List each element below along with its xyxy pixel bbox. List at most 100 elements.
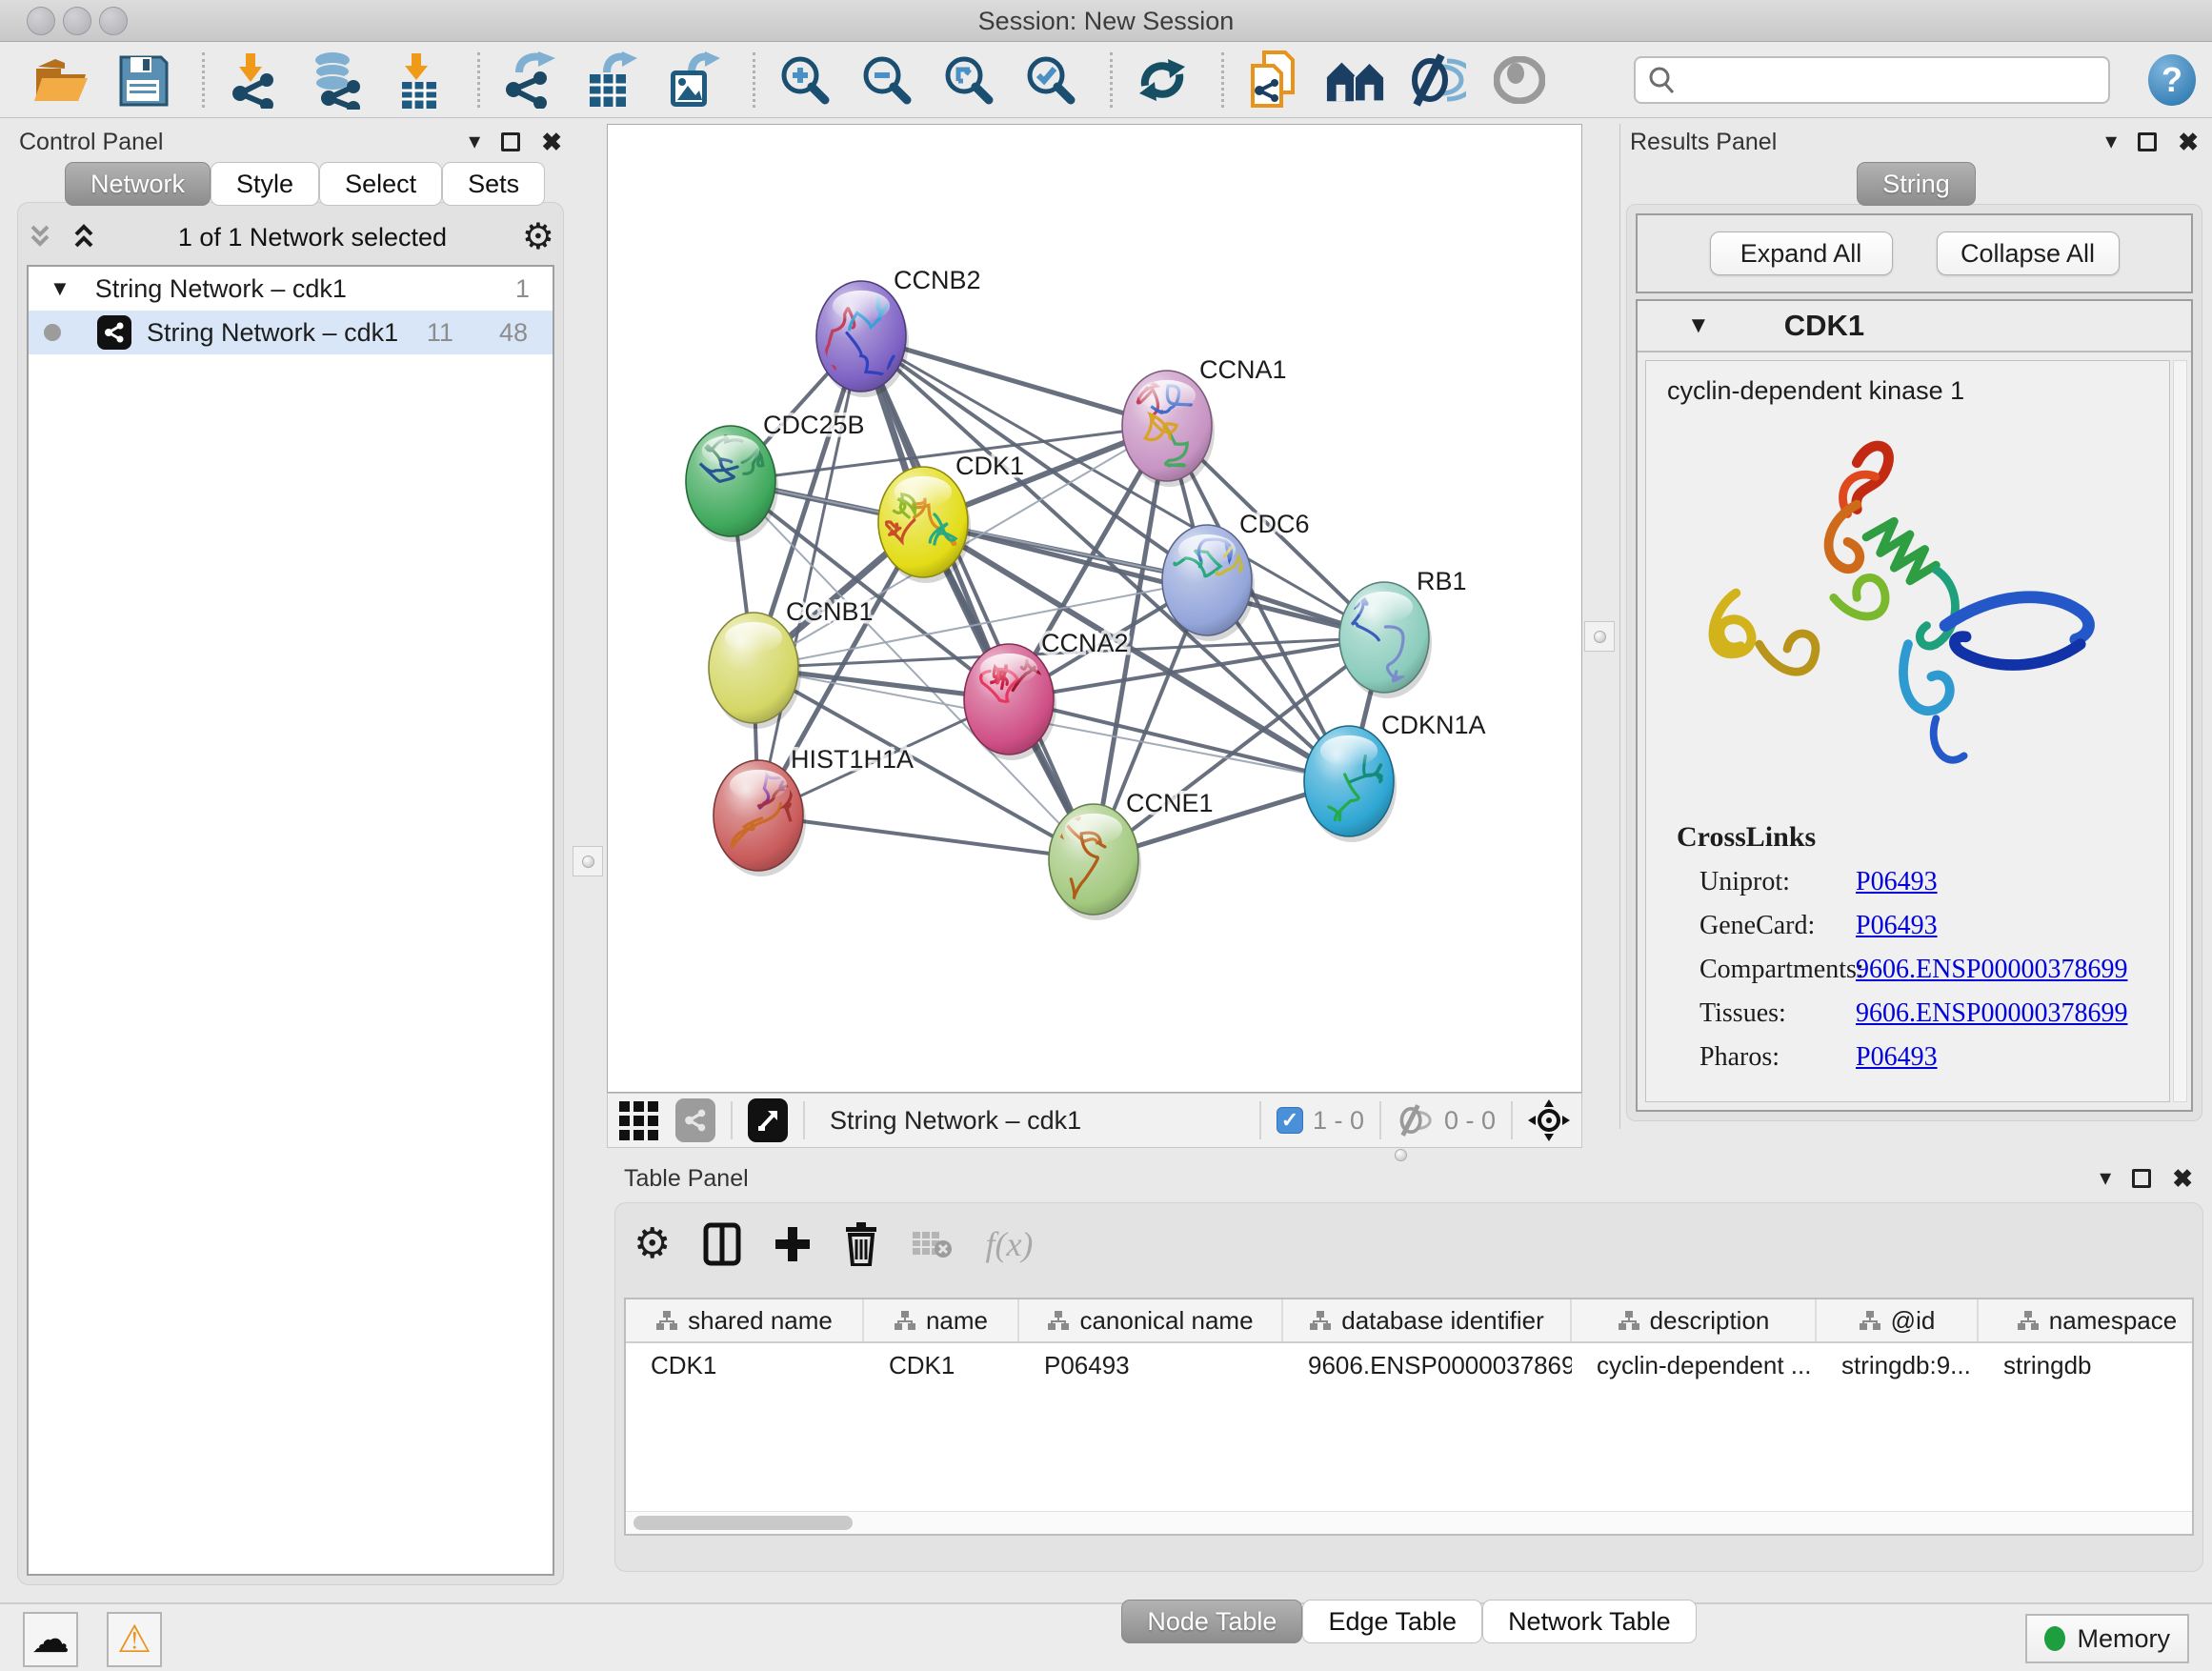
warnings-button[interactable]: ⚠ [107,1612,162,1667]
open-session-icon[interactable] [30,50,91,111]
network-node-HIST1H1A[interactable]: HIST1H1A [714,745,914,876]
tab-node-table[interactable]: Node Table [1121,1600,1302,1643]
show-all-icon[interactable] [1489,50,1550,111]
table-cell[interactable]: CDK1 [626,1351,864,1380]
network-row[interactable]: String Network – cdk1 11 48 [29,311,553,354]
node-label-CDKN1A: CDKN1A [1381,711,1486,739]
network-node-CDK1[interactable]: CDK1 [878,452,1024,583]
node-table[interactable]: shared namenamecanonical namedatabase id… [624,1298,2194,1536]
network-overview-icon[interactable] [675,1098,715,1142]
gene-collapse-icon[interactable]: ▼ [1687,312,1710,339]
crosslink-link[interactable]: P06493 [1856,1042,1938,1073]
column-header-shared-name[interactable]: shared name [626,1299,864,1341]
current-network-name: String Network – cdk1 [830,1106,1244,1136]
network-options-gear-icon[interactable]: ⚙ [522,219,554,255]
export-image-icon[interactable] [663,50,724,111]
table-row[interactable]: CDK1CDK1P064939606.ENSP00000378699cyclin… [626,1343,2192,1387]
table-horizontal-scrollbar[interactable] [626,1511,2192,1534]
network-edge[interactable] [758,815,1094,859]
column-header-namespace[interactable]: namespace [1979,1299,2194,1341]
network-node-RB1[interactable]: RB1 [1339,567,1467,698]
network-node-CDKN1A[interactable]: CDKN1A [1304,711,1486,842]
search-input[interactable] [1676,65,2076,94]
column-header-@id[interactable]: @id [1817,1299,1979,1341]
crosslink-link[interactable]: P06493 [1856,867,1938,897]
tab-network[interactable]: Network [65,162,211,206]
birds-eye-view-icon[interactable] [748,1098,788,1142]
table-cell[interactable]: cyclin-dependent ... [1572,1351,1817,1380]
crosslink-link[interactable]: 9606.ENSP00000378699 [1856,998,2127,1029]
gene-section-header[interactable]: ▼ CDK1 [1638,301,2191,352]
table-cell[interactable]: P06493 [1019,1351,1283,1380]
tab-sets[interactable]: Sets [442,162,545,206]
tab-string[interactable]: String [1857,162,1976,206]
grid-view-icon[interactable] [619,1101,658,1140]
clone-network-icon[interactable] [1243,50,1304,111]
zoom-selected-icon[interactable] [1020,50,1081,111]
cloud-button[interactable]: ☁ [23,1612,78,1667]
results-panel-close-icon[interactable]: ✖ [2178,130,2199,154]
export-table-file-icon[interactable] [581,50,642,111]
collapse-all-icon[interactable] [27,223,59,252]
tab-network-table[interactable]: Network Table [1482,1600,1697,1643]
right-splitter-handle[interactable] [1584,621,1615,652]
export-network-file-icon[interactable] [499,50,560,111]
scrollbar-thumb[interactable] [633,1516,853,1530]
expand-all-icon[interactable] [70,223,103,252]
tree-expander-icon[interactable]: ▼ [50,276,70,301]
results-panel-collapse-icon[interactable]: ▾ [2105,131,2117,153]
table-cell[interactable]: CDK1 [864,1351,1019,1380]
column-header-database-identifier[interactable]: database identifier [1283,1299,1572,1341]
table-panel-collapse-icon[interactable]: ▾ [2100,1167,2111,1190]
import-network-database-icon[interactable] [306,50,367,111]
network-collection-row[interactable]: ▼ String Network – cdk1 1 [29,267,553,311]
selected-items-checkbox-icon[interactable]: ✓ [1277,1107,1303,1134]
column-header-description[interactable]: description [1572,1299,1817,1341]
refresh-icon[interactable] [1132,50,1193,111]
first-neighbors-icon[interactable] [1325,50,1386,111]
table-cell[interactable]: stringdb [1979,1351,2194,1380]
tab-select[interactable]: Select [319,162,442,206]
table-cell[interactable]: stringdb:9... [1817,1351,1979,1380]
network-edge[interactable] [861,336,1094,859]
crosslink-link[interactable]: P06493 [1856,911,1938,941]
tab-style[interactable]: Style [211,162,319,206]
help-icon[interactable]: ? [2148,54,2196,106]
network-node-CCNE1[interactable]: CCNE1 [1049,789,1214,920]
results-panel-float-icon[interactable] [2138,132,2157,151]
control-panel-close-icon[interactable]: ✖ [541,130,562,154]
network-canvas[interactable]: CCNB2CCNA1CDC25BCDK1CDC6RB1CCNB1CCNA2CDK… [607,124,1582,1093]
tab-edge-table[interactable]: Edge Table [1302,1600,1482,1643]
import-network-file-icon[interactable] [224,50,285,111]
search-field[interactable] [1634,56,2110,104]
zoom-out-icon[interactable] [856,50,917,111]
table-panel-close-icon[interactable]: ✖ [2172,1166,2193,1191]
network-node-CDC6[interactable]: CDC6 [1162,510,1310,641]
control-panel-collapse-icon[interactable]: ▾ [469,131,480,153]
save-session-icon[interactable] [112,50,173,111]
network-node-CDC25B[interactable]: CDC25B [686,411,865,542]
column-header-name[interactable]: name [864,1299,1019,1341]
network-edge[interactable] [923,522,1384,637]
control-panel-float-icon[interactable] [501,132,520,151]
crosslink-link[interactable]: 9606.ENSP00000378699 [1856,955,2127,985]
network-node-CCNA1[interactable]: CCNA1 [1122,355,1287,487]
zoom-in-icon[interactable] [774,50,835,111]
expand-all-button[interactable]: Expand All [1710,232,1893,275]
show-columns-icon[interactable] [703,1222,741,1266]
fit-content-crosshair-icon[interactable] [1528,1099,1570,1141]
hide-selected-icon[interactable] [1407,50,1468,111]
table-panel-float-icon[interactable] [2132,1169,2151,1188]
table-cell[interactable]: 9606.ENSP00000378699 [1283,1351,1572,1380]
delete-column-icon[interactable] [844,1222,878,1266]
network-edge[interactable] [758,336,861,815]
network-node-CCNB2[interactable]: CCNB2 [816,266,981,397]
table-options-gear-icon[interactable]: ⚙ [633,1223,671,1265]
import-table-file-icon[interactable] [388,50,449,111]
collapse-all-button[interactable]: Collapse All [1937,232,2120,275]
left-splitter-handle[interactable] [573,846,603,876]
zoom-fit-icon[interactable] [938,50,999,111]
column-header-canonical-name[interactable]: canonical name [1019,1299,1283,1341]
results-scrollbar[interactable] [2173,360,2187,1102]
create-column-icon[interactable] [774,1225,812,1263]
